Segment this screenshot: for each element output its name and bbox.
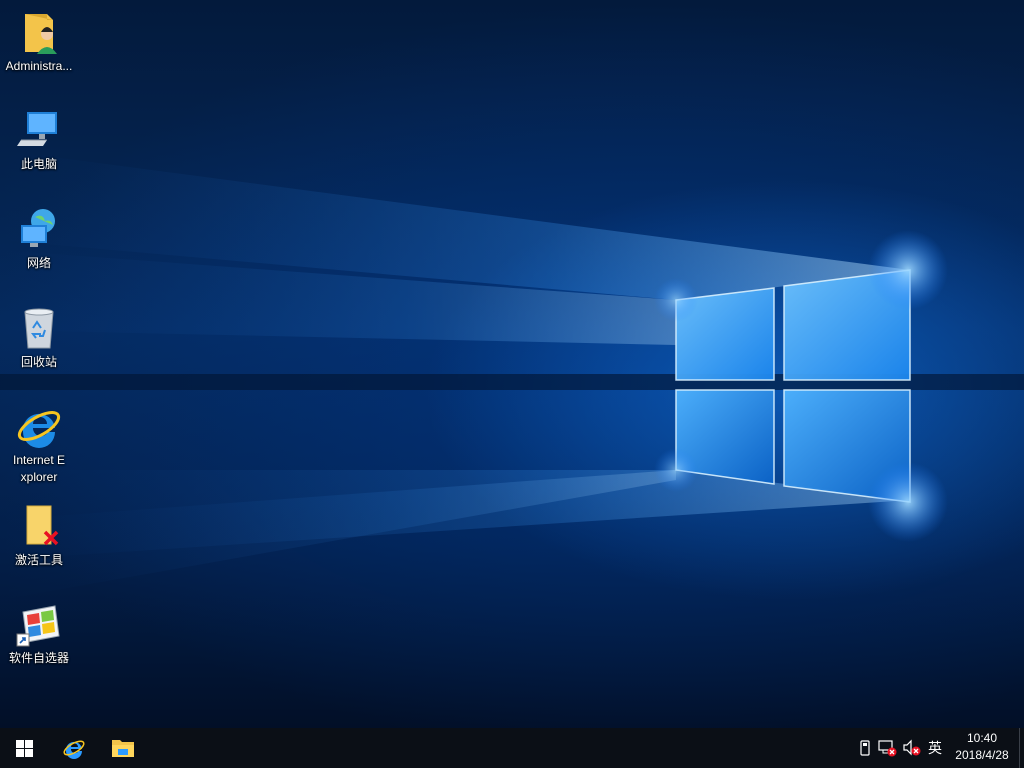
desktop-icon-label: 回收站 [20, 355, 57, 369]
desktop-icon-label: 网络 [26, 256, 51, 270]
desktop[interactable]: Administra... 此电脑 网络 回收站 Internet Explor… [0, 0, 1024, 728]
network-disconnected-icon [878, 740, 897, 757]
desktop-icon-network[interactable]: 网络 [2, 205, 76, 272]
activation-tool-icon [26, 505, 59, 546]
volume-muted-icon [903, 739, 921, 756]
start-button[interactable] [0, 728, 48, 768]
tray-network[interactable] [878, 738, 898, 758]
removable-drive-icon [860, 740, 870, 756]
software-selector-icon [16, 605, 60, 647]
tray-volume[interactable] [902, 738, 922, 758]
desktop-icon-label: Internet Explorer [12, 453, 66, 484]
desktop-icon-label: Administra... [5, 59, 73, 73]
network-icon [21, 209, 55, 247]
taskbar-internet-explorer-button[interactable] [50, 728, 98, 768]
computer-icon [17, 112, 57, 146]
desktop-icon-activation-tool[interactable]: 激活工具 [2, 502, 76, 569]
user-folder-icon [25, 14, 57, 54]
desktop-icon-this-pc[interactable]: 此电脑 [2, 106, 76, 173]
tray-removable-drive[interactable] [855, 738, 875, 758]
desktop-icon-internet-explorer[interactable]: Internet Explorer [2, 402, 76, 486]
desktop-icon-software-selector[interactable]: 软件自选器 [2, 600, 76, 667]
clock-time: 10:40 [966, 731, 998, 745]
desktop-icon-recycle-bin[interactable]: 回收站 [2, 304, 76, 371]
desktop-icon-administrator[interactable]: Administra... [2, 8, 76, 75]
recycle-bin-icon [24, 308, 54, 349]
wallpaper [0, 150, 1024, 600]
desktop-icon-label: 此电脑 [20, 157, 57, 171]
file-explorer-icon [112, 740, 134, 757]
taskbar-clock[interactable]: 10:40 2018/4/28 [946, 730, 1018, 766]
show-desktop-button[interactable] [1019, 728, 1024, 768]
clock-date: 2018/4/28 [955, 748, 1009, 762]
input-method-label: 英 [928, 740, 942, 756]
internet-explorer-icon [63, 740, 85, 759]
internet-explorer-icon [17, 411, 61, 448]
taskbar: 英 10:40 2018/4/28 [0, 728, 1024, 768]
start-icon [15, 739, 33, 757]
desktop-icon-label: 软件自选器 [8, 651, 69, 665]
desktop-icon-label: 激活工具 [14, 553, 63, 567]
input-method-indicator[interactable]: 英 [925, 738, 945, 758]
taskbar-file-explorer-button[interactable] [99, 728, 147, 768]
